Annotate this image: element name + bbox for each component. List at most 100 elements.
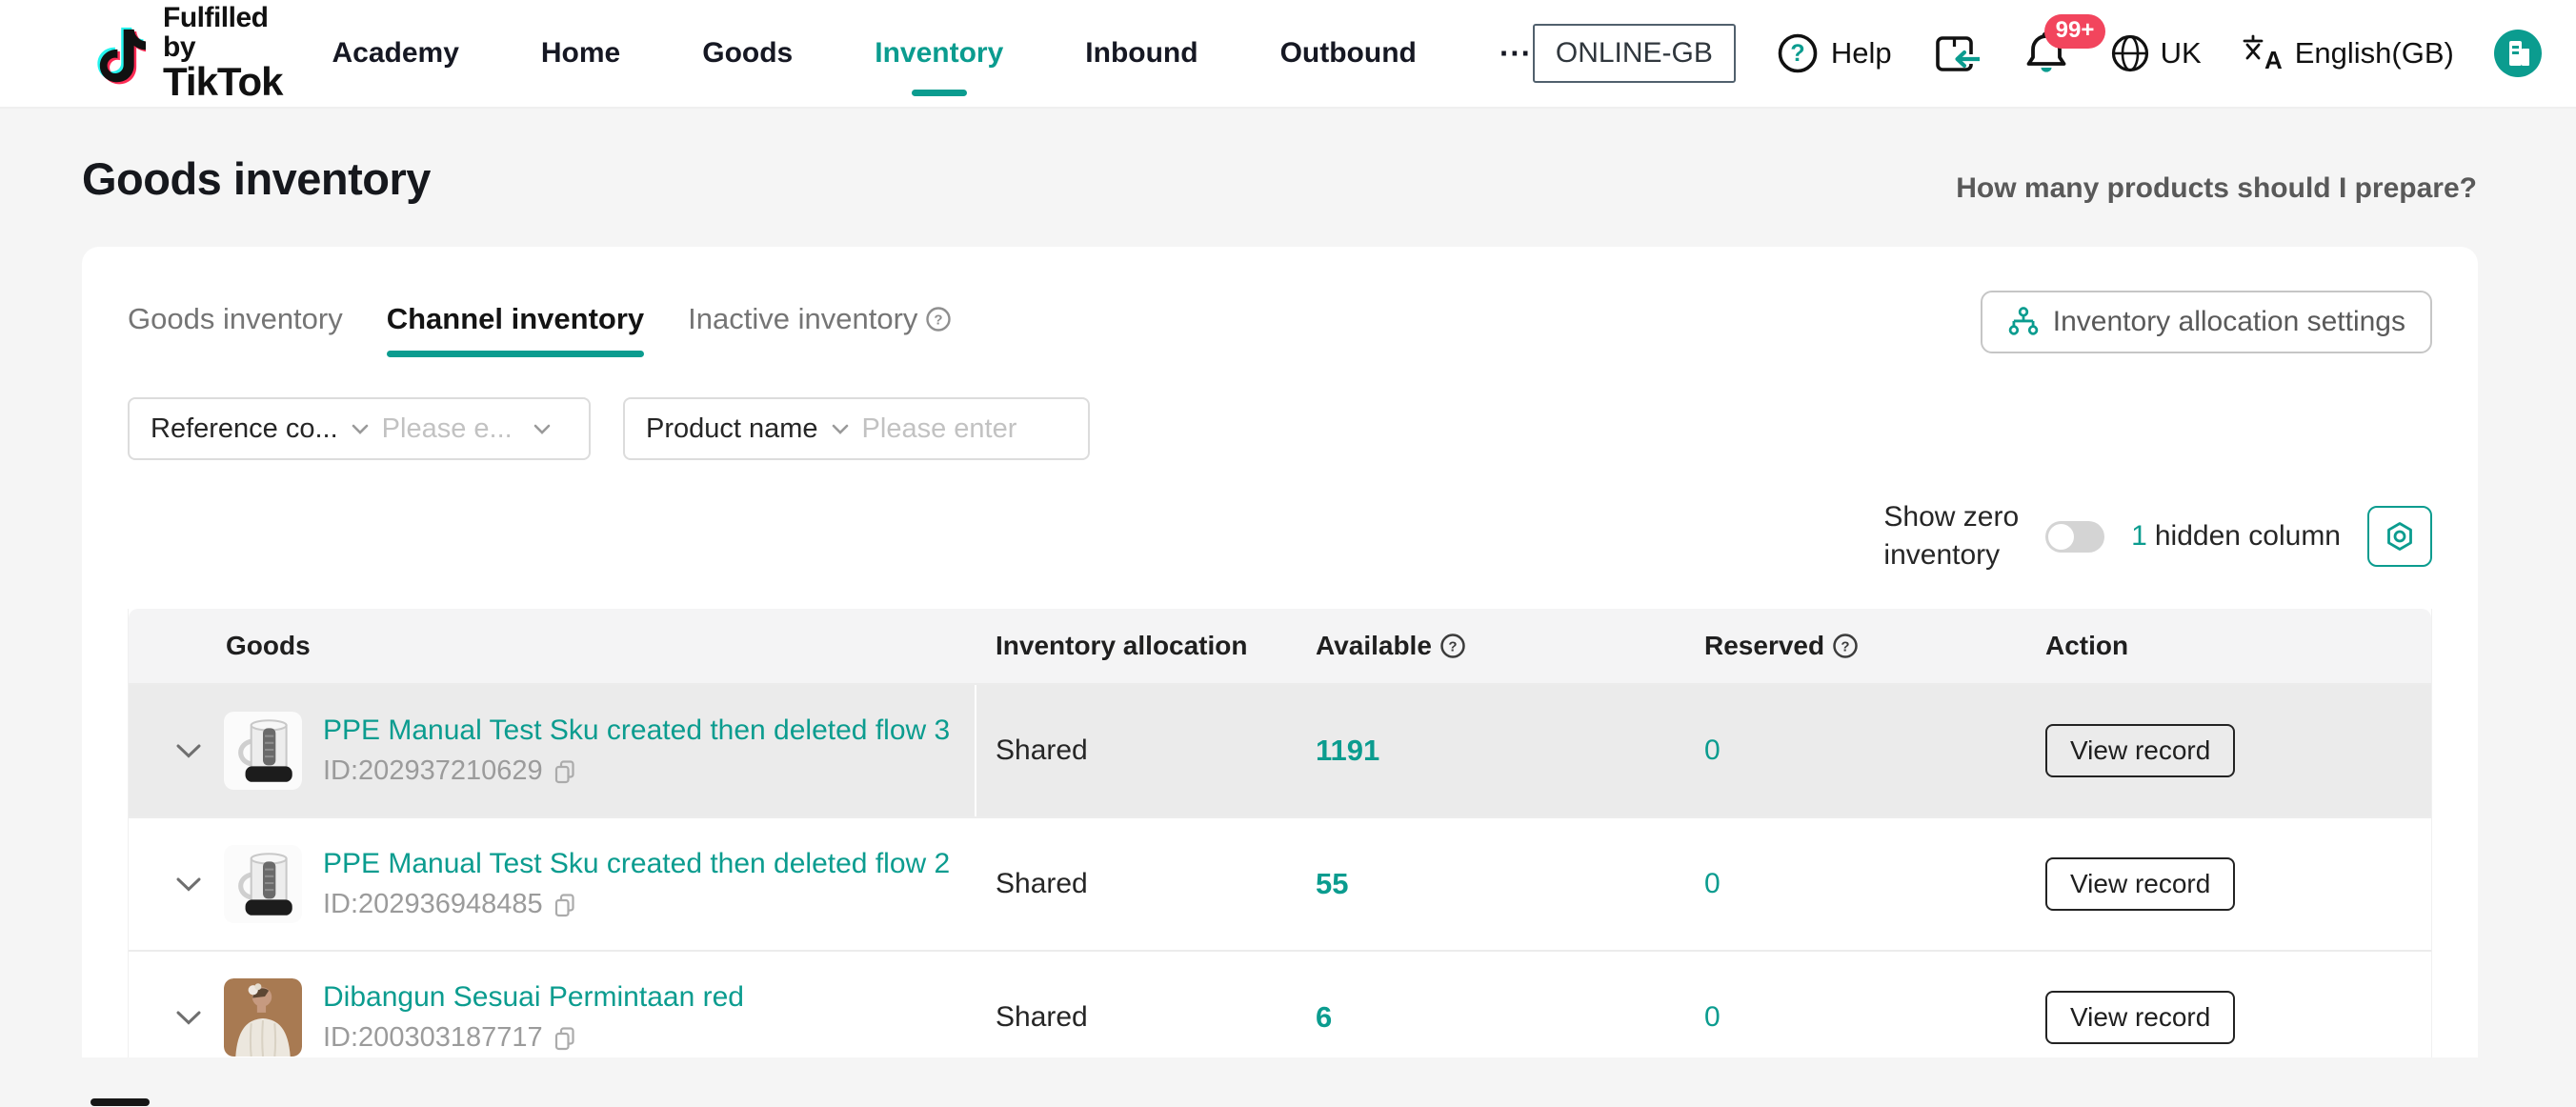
- table-row: Dibangun Sesuai Permintaan red ID:200303…: [129, 950, 2431, 1057]
- inventory-allocation-settings-button[interactable]: Inventory allocation settings: [1981, 291, 2432, 353]
- channel-inventory-table: Goods Inventory allocation Available ? R…: [128, 609, 2432, 1057]
- filters-row: Reference co... Product name: [128, 397, 2432, 460]
- svg-text:?: ?: [935, 312, 943, 329]
- table-utilities-row: Show zero inventory 1hidden column: [128, 498, 2432, 574]
- nav-item-academy[interactable]: Academy: [332, 37, 458, 70]
- nav-item-goods[interactable]: Goods: [702, 37, 793, 70]
- nav-item-home[interactable]: Home: [541, 37, 620, 70]
- action-cell: View record: [2026, 991, 2430, 1044]
- help-button[interactable]: ? Help: [1776, 31, 1892, 75]
- notifications-button[interactable]: 99+: [2023, 30, 2069, 77]
- svg-text:A: A: [2264, 46, 2283, 72]
- product-name-link[interactable]: Dibangun Sesuai Permintaan red: [323, 981, 744, 1014]
- product-name-filter[interactable]: Product name: [623, 397, 1090, 460]
- table-header: Goods Inventory allocation Available ? R…: [129, 609, 2431, 683]
- inventory-tabs: Goods inventory Channel inventory Inacti…: [128, 291, 952, 336]
- product-image-glass-pitcher: [224, 845, 302, 923]
- allocation-cell: Shared: [976, 735, 1297, 767]
- reserved-cell[interactable]: 0: [1685, 1001, 2026, 1034]
- col-header-action: Action: [2026, 631, 2430, 661]
- product-info: Dibangun Sesuai Permintaan red ID:200303…: [323, 981, 744, 1054]
- action-cell: View record: [2026, 857, 2430, 911]
- row-expander-chevron-icon[interactable]: [176, 877, 201, 892]
- show-zero-inventory-toggle[interactable]: [2045, 521, 2104, 553]
- column-settings-button[interactable]: [2367, 506, 2432, 567]
- action-cell: View record: [2026, 724, 2430, 777]
- goods-cell: PPE Manual Test Sku created then deleted…: [129, 818, 976, 950]
- svg-text:?: ?: [1841, 639, 1850, 655]
- product-image-model-white-sweater: [224, 978, 302, 1057]
- reference-code-input[interactable]: [382, 413, 520, 445]
- goods-cell: PPE Manual Test Sku created then deleted…: [129, 685, 976, 816]
- nav-item-inbound[interactable]: Inbound: [1085, 37, 1197, 70]
- col-header-available: Available ?: [1297, 631, 1685, 661]
- inventory-card: Goods inventory Channel inventory Inacti…: [82, 247, 2478, 1057]
- nav-more-menu[interactable]: ⋯: [1499, 34, 1533, 72]
- main-menu: Academy Home Goods Inventory Inbound Out…: [332, 34, 1532, 72]
- question-circle-icon[interactable]: ?: [1439, 633, 1466, 659]
- product-image-glass-pitcher: [224, 712, 302, 790]
- building-icon: [2494, 30, 2542, 77]
- product-info: PPE Manual Test Sku created then deleted…: [323, 715, 950, 787]
- active-nav-underline: [912, 90, 967, 96]
- copy-icon[interactable]: [553, 1026, 577, 1051]
- reserved-cell[interactable]: 0: [1685, 735, 2026, 767]
- copy-icon[interactable]: [553, 759, 577, 784]
- page-title: Goods inventory: [82, 152, 431, 205]
- product-name-input[interactable]: [862, 413, 1034, 445]
- shop-selector[interactable]: ONLINE-GB: [1533, 24, 1736, 83]
- returns-button[interactable]: [1932, 30, 1983, 76]
- prepare-products-help-link[interactable]: How many products should I prepare?: [1956, 172, 2477, 205]
- product-id: ID:202936948485: [323, 889, 950, 920]
- horizontal-scrollbar-thumb[interactable]: [91, 1098, 150, 1106]
- copy-icon[interactable]: [553, 893, 577, 917]
- tab-goods-inventory[interactable]: Goods inventory: [128, 302, 343, 336]
- view-record-button[interactable]: View record: [2045, 991, 2235, 1044]
- fulfilled-by-tiktok-logo[interactable]: Fulfilled by TikTok: [91, 4, 282, 103]
- row-expander-chevron-icon[interactable]: [176, 744, 201, 758]
- reference-code-filter[interactable]: Reference co...: [128, 397, 591, 460]
- question-circle-icon[interactable]: ?: [1832, 633, 1859, 659]
- view-record-button[interactable]: View record: [2045, 857, 2235, 911]
- screen: Fulfilled by TikTok Academy Home Goods I…: [0, 0, 2576, 1107]
- language-selector[interactable]: A English(GB): [2242, 34, 2454, 72]
- svg-text:?: ?: [1790, 40, 1804, 67]
- chevron-down-icon[interactable]: [533, 424, 551, 434]
- available-cell[interactable]: 55: [1297, 867, 1685, 901]
- question-circle-icon: ?: [1776, 31, 1820, 75]
- chevron-down-icon[interactable]: [832, 424, 849, 434]
- question-circle-icon: ?: [925, 306, 952, 332]
- chevron-down-icon[interactable]: [352, 424, 369, 434]
- show-zero-inventory-label: Show zero inventory: [1883, 498, 2019, 574]
- logo-text: Fulfilled by TikTok: [163, 4, 282, 103]
- top-navigation: Fulfilled by TikTok Academy Home Goods I…: [0, 0, 2576, 109]
- reserved-cell[interactable]: 0: [1685, 868, 2026, 900]
- table-row: PPE Manual Test Sku created then deleted…: [129, 683, 2431, 816]
- tab-inactive-inventory[interactable]: Inactive inventory ?: [688, 302, 952, 336]
- allocation-cell: Shared: [976, 868, 1297, 900]
- globe-icon: [2109, 32, 2151, 74]
- col-header-inventory-allocation: Inventory allocation: [976, 631, 1297, 661]
- account-avatar[interactable]: [2494, 30, 2542, 77]
- tiktok-logo-icon: [91, 22, 146, 85]
- nav-item-outbound[interactable]: Outbound: [1280, 37, 1417, 70]
- table-row: PPE Manual Test Sku created then deleted…: [129, 816, 2431, 950]
- available-cell[interactable]: 6: [1297, 1000, 1685, 1035]
- available-cell[interactable]: 1191: [1297, 734, 1685, 768]
- product-id: ID:202937210629: [323, 755, 950, 787]
- tab-channel-inventory[interactable]: Channel inventory: [387, 302, 644, 336]
- product-info: PPE Manual Test Sku created then deleted…: [323, 848, 950, 920]
- product-name-link[interactable]: PPE Manual Test Sku created then deleted…: [323, 848, 950, 880]
- row-expander-chevron-icon[interactable]: [176, 1011, 201, 1025]
- product-id: ID:200303187717: [323, 1022, 744, 1054]
- col-header-reserved: Reserved ?: [1685, 631, 2026, 661]
- package-return-icon: [1932, 30, 1983, 76]
- col-header-goods: Goods: [129, 631, 976, 661]
- tabs-row: Goods inventory Channel inventory Inacti…: [128, 291, 2432, 353]
- region-selector[interactable]: UK: [2109, 32, 2202, 74]
- product-name-link[interactable]: PPE Manual Test Sku created then deleted…: [323, 715, 950, 747]
- view-record-button[interactable]: View record: [2045, 724, 2235, 777]
- gear-icon: [2383, 519, 2417, 554]
- hierarchy-icon: [2007, 307, 2040, 337]
- nav-item-inventory[interactable]: Inventory: [875, 37, 1003, 70]
